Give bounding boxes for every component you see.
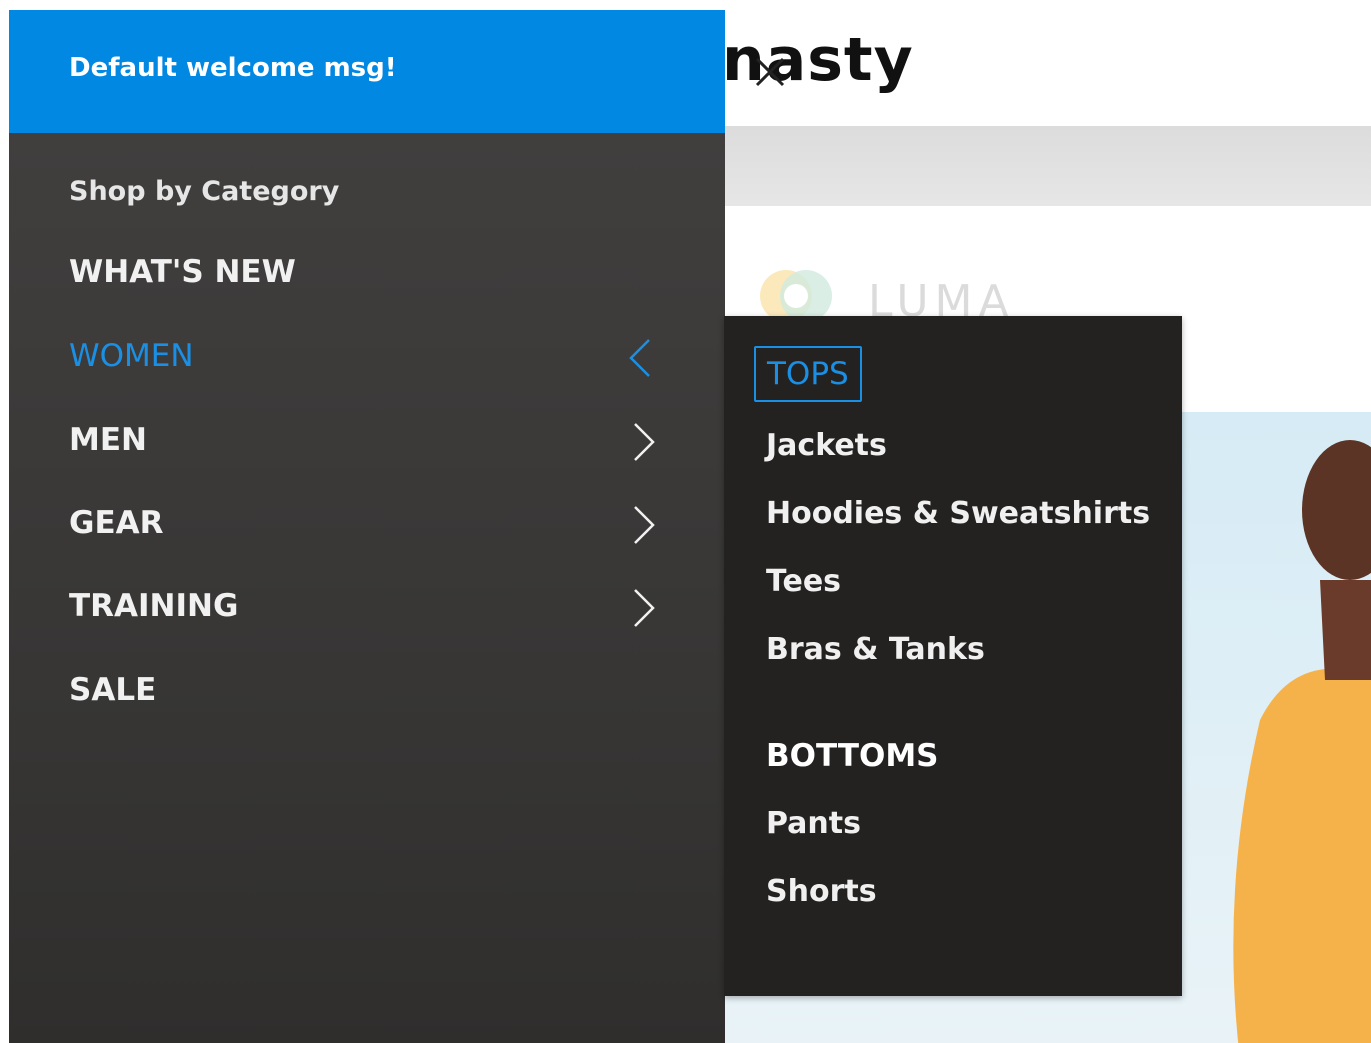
nav-item-training[interactable]: TRAINING bbox=[9, 578, 725, 638]
close-icon[interactable] bbox=[752, 54, 788, 90]
nav-item-sale[interactable]: SALE bbox=[9, 662, 725, 722]
submenu-link-jackets[interactable]: Jackets bbox=[766, 428, 887, 463]
chevron-left-icon[interactable] bbox=[625, 336, 661, 380]
hero-model-image bbox=[1233, 440, 1371, 1043]
chevron-right-icon[interactable] bbox=[625, 420, 661, 464]
nav-item-gear[interactable]: GEAR bbox=[9, 495, 725, 555]
submenu-link-tees[interactable]: Tees bbox=[766, 564, 841, 599]
drawer-header: Default welcome msg! bbox=[9, 10, 725, 133]
submenu-heading-tops[interactable]: TOPS bbox=[754, 346, 862, 402]
submenu-link-bras-tanks[interactable]: Bras & Tanks bbox=[766, 632, 985, 667]
luma-logo: LUMA bbox=[756, 262, 1056, 327]
store-logo-text: nasty bbox=[722, 25, 914, 95]
nav-item-label: MEN bbox=[69, 422, 147, 458]
nav-item-label: WHAT'S NEW bbox=[69, 254, 296, 290]
submenu-link-hoodies[interactable]: Hoodies & Sweatshirts bbox=[766, 496, 1150, 531]
shop-by-category-label: Shop by Category bbox=[69, 176, 340, 207]
nav-item-label: SALE bbox=[69, 672, 157, 708]
submenu-link-pants[interactable]: Pants bbox=[766, 806, 861, 841]
search-bar-area bbox=[724, 126, 1371, 206]
nav-item-whats-new[interactable]: WHAT'S NEW bbox=[9, 244, 725, 304]
welcome-message: Default welcome msg! bbox=[69, 53, 397, 83]
nav-item-label: WOMEN bbox=[69, 338, 194, 374]
submenu-heading-bottoms[interactable]: BOTTOMS bbox=[766, 738, 939, 774]
chevron-right-icon[interactable] bbox=[625, 586, 661, 630]
nav-item-women[interactable]: WOMEN bbox=[9, 328, 725, 388]
chevron-right-icon[interactable] bbox=[625, 503, 661, 547]
navigation-drawer: Default welcome msg! Shop by Category WH… bbox=[9, 10, 725, 1043]
nav-item-label: GEAR bbox=[69, 505, 164, 541]
nav-item-men[interactable]: MEN bbox=[9, 412, 725, 472]
women-submenu: TOPS Jackets Hoodies & Sweatshirts Tees … bbox=[724, 316, 1182, 996]
nav-item-label: TRAINING bbox=[69, 588, 239, 624]
submenu-link-shorts[interactable]: Shorts bbox=[766, 874, 877, 909]
